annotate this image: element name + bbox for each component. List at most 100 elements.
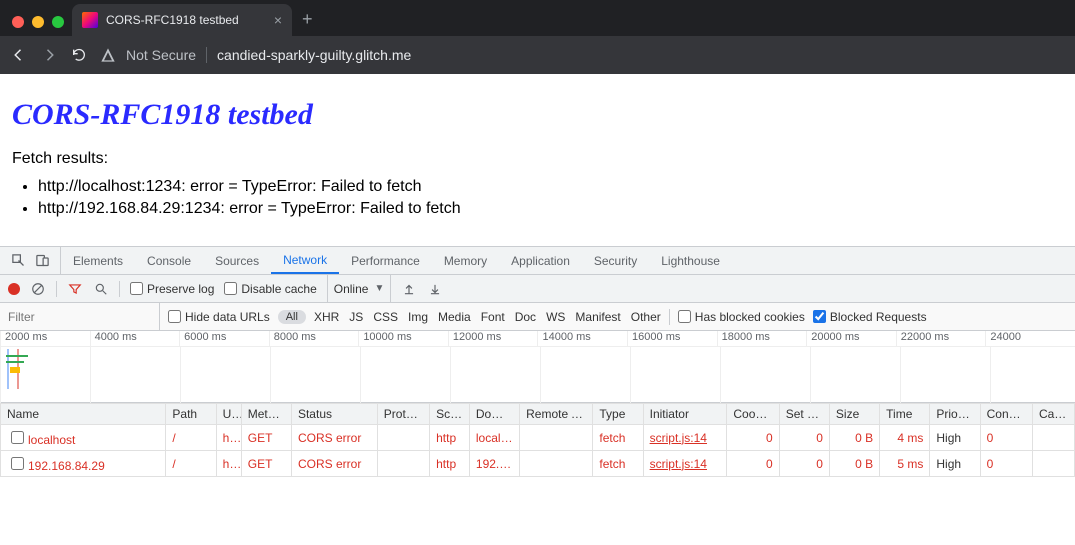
- type-filter-xhr[interactable]: XHR: [314, 310, 339, 324]
- close-tab-icon[interactable]: ×: [274, 12, 282, 28]
- not-secure-label: Not Secure: [126, 47, 196, 63]
- type-filter-other[interactable]: Other: [631, 310, 661, 324]
- type-filter-manifest[interactable]: Manifest: [575, 310, 620, 324]
- column-header[interactable]: Path: [166, 404, 216, 425]
- not-secure-icon: [100, 47, 116, 63]
- column-header[interactable]: Priority: [930, 404, 980, 425]
- window-close-icon[interactable]: [12, 16, 24, 28]
- filter-all-pill[interactable]: All: [278, 310, 306, 324]
- initiator-link[interactable]: script.js:14: [650, 457, 707, 471]
- column-header[interactable]: Meth…: [241, 404, 291, 425]
- row-checkbox[interactable]: [11, 431, 24, 444]
- devtools-tab-lighthouse[interactable]: Lighthouse: [649, 247, 732, 274]
- type-filter-img[interactable]: Img: [408, 310, 428, 324]
- address-bar[interactable]: Not Secure candied-sparkly-guilty.glitch…: [100, 47, 411, 63]
- table-header-row[interactable]: NamePathU…Meth…StatusProto…Sc…Dom…Remote…: [1, 404, 1075, 425]
- ruler-tick: 14000 ms: [537, 331, 627, 346]
- table-row[interactable]: 192.168.84.29/h…GETCORS errorhttp192.…fe…: [1, 451, 1075, 477]
- network-timeline[interactable]: 2000 ms4000 ms6000 ms8000 ms10000 ms1200…: [0, 331, 1075, 403]
- device-toolbar-icon[interactable]: [34, 253, 50, 269]
- devtools-tab-memory[interactable]: Memory: [432, 247, 499, 274]
- devtools-tab-elements[interactable]: Elements: [61, 247, 135, 274]
- window-zoom-icon[interactable]: [52, 16, 64, 28]
- devtools-tab-sources[interactable]: Sources: [203, 247, 271, 274]
- disable-cache-checkbox[interactable]: Disable cache: [224, 282, 316, 296]
- column-header[interactable]: Cac…: [1032, 404, 1074, 425]
- table-row[interactable]: localhost/h…GETCORS errorhttplocal…fetch…: [1, 425, 1075, 451]
- devtools-tab-security[interactable]: Security: [582, 247, 649, 274]
- type-filter-css[interactable]: CSS: [373, 310, 398, 324]
- type-filter-doc[interactable]: Doc: [515, 310, 536, 324]
- preserve-log-checkbox[interactable]: Preserve log: [130, 282, 214, 296]
- filter-input[interactable]: [0, 303, 160, 330]
- column-header[interactable]: Initiator: [643, 404, 727, 425]
- ruler-tick: 4000 ms: [90, 331, 180, 346]
- result-item: http://192.168.84.29:1234: error = TypeE…: [38, 200, 1063, 218]
- ruler-tick: 8000 ms: [269, 331, 359, 346]
- ruler-tick: 16000 ms: [627, 331, 717, 346]
- page-content: CORS-RFC1918 testbed Fetch results: http…: [0, 74, 1075, 246]
- column-header[interactable]: Remote Ad…: [520, 404, 593, 425]
- ruler-tick: 20000 ms: [806, 331, 896, 346]
- column-header[interactable]: Conn…: [980, 404, 1032, 425]
- upload-har-icon[interactable]: [401, 281, 417, 297]
- timeline-marker-icon: [6, 349, 30, 389]
- column-header[interactable]: Set C…: [779, 404, 829, 425]
- ruler-tick: 12000 ms: [448, 331, 538, 346]
- row-checkbox[interactable]: [11, 457, 24, 470]
- devtools-tab-performance[interactable]: Performance: [339, 247, 432, 274]
- devtools-panel: ElementsConsoleSourcesNetworkPerformance…: [0, 246, 1075, 517]
- ruler-tick: 22000 ms: [896, 331, 986, 346]
- record-button[interactable]: [8, 283, 20, 295]
- initiator-link[interactable]: script.js:14: [650, 431, 707, 445]
- column-header[interactable]: Name: [1, 404, 166, 425]
- type-filters: XHR JS CSS Img Media Font Doc WS Manifest Other: [314, 310, 661, 324]
- chevron-down-icon: ▼: [374, 283, 384, 294]
- back-button[interactable]: [10, 46, 28, 64]
- results-heading: Fetch results:: [12, 150, 1063, 168]
- column-header[interactable]: Cook…: [727, 404, 779, 425]
- devtools-tab-console[interactable]: Console: [135, 247, 203, 274]
- window-minimize-icon[interactable]: [32, 16, 44, 28]
- has-blocked-cookies-checkbox[interactable]: Has blocked cookies: [678, 310, 805, 324]
- devtools-tabs: ElementsConsoleSourcesNetworkPerformance…: [0, 247, 1075, 275]
- new-tab-button[interactable]: +: [292, 9, 323, 36]
- filter-icon[interactable]: [67, 281, 83, 297]
- column-header[interactable]: Type: [593, 404, 643, 425]
- ruler-tick: 2000 ms: [0, 331, 90, 346]
- network-request-table[interactable]: NamePathU…Meth…StatusProto…Sc…Dom…Remote…: [0, 403, 1075, 477]
- ruler-tick: 10000 ms: [358, 331, 448, 346]
- devtools-tab-application[interactable]: Application: [499, 247, 582, 274]
- type-filter-media[interactable]: Media: [438, 310, 471, 324]
- column-header[interactable]: Time: [880, 404, 930, 425]
- devtools-tab-network[interactable]: Network: [271, 247, 339, 274]
- inspect-element-icon[interactable]: [10, 253, 26, 269]
- download-har-icon[interactable]: [427, 281, 443, 297]
- network-filter-bar: Hide data URLs All XHR JS CSS Img Media Font D…: [0, 303, 1075, 331]
- type-filter-js[interactable]: JS: [349, 310, 363, 324]
- type-filter-ws[interactable]: WS: [546, 310, 565, 324]
- favicon-icon: [82, 12, 98, 28]
- column-header[interactable]: Sc…: [430, 404, 470, 425]
- column-header[interactable]: U…: [216, 404, 241, 425]
- blocked-requests-checkbox[interactable]: Blocked Requests: [813, 310, 927, 324]
- type-filter-font[interactable]: Font: [481, 310, 505, 324]
- column-header[interactable]: Size: [829, 404, 879, 425]
- browser-tab[interactable]: CORS-RFC1918 testbed ×: [72, 4, 292, 36]
- forward-button[interactable]: [40, 46, 58, 64]
- hide-data-urls-checkbox[interactable]: Hide data URLs: [168, 310, 270, 324]
- column-header[interactable]: Dom…: [469, 404, 519, 425]
- ruler-tick: 18000 ms: [717, 331, 807, 346]
- window-traffic-lights[interactable]: [8, 16, 72, 36]
- throttling-select[interactable]: Online ▼: [327, 275, 392, 302]
- page-title: CORS-RFC1918 testbed: [12, 98, 1063, 132]
- column-header[interactable]: Proto…: [377, 404, 429, 425]
- result-item: http://localhost:1234: error = TypeError…: [38, 178, 1063, 196]
- results-list: http://localhost:1234: error = TypeError…: [38, 178, 1063, 218]
- reload-button[interactable]: [70, 46, 88, 64]
- search-icon[interactable]: [93, 281, 109, 297]
- clear-button[interactable]: [30, 281, 46, 297]
- column-header[interactable]: Status: [291, 404, 377, 425]
- network-toolbar: Preserve log Disable cache Online ▼: [0, 275, 1075, 303]
- ruler-tick: 24000: [985, 331, 1075, 346]
